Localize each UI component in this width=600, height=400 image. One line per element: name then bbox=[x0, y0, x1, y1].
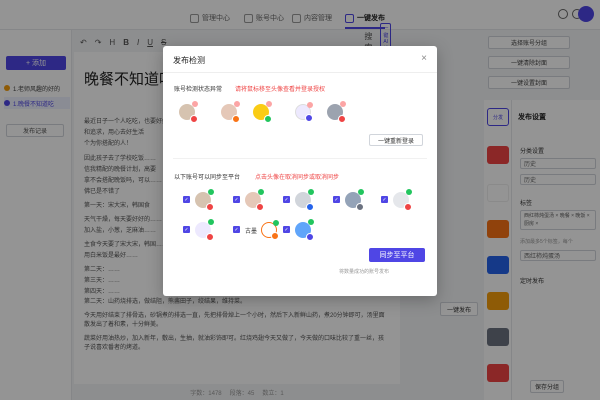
account-avatar[interactable] bbox=[295, 102, 313, 122]
ok-icon bbox=[273, 220, 279, 226]
account-avatar[interactable] bbox=[345, 189, 364, 211]
account-checkbox[interactable]: ✓ bbox=[381, 196, 388, 203]
publish-check-modal: 发布检测 × 账号检测状态异常 请将鼠标移至头像查看并登录授权 一键重新登录 以… bbox=[163, 46, 437, 296]
platform-badge-icon bbox=[206, 203, 214, 211]
warning-icon bbox=[192, 101, 198, 107]
platform-badge-icon bbox=[232, 115, 240, 123]
platform-badge-icon bbox=[338, 115, 346, 123]
account-avatar[interactable] bbox=[179, 101, 198, 123]
modal-divider bbox=[163, 72, 437, 73]
abnormal-accounts-label: 账号检测状态异常 bbox=[174, 87, 223, 93]
warning-icon bbox=[340, 101, 346, 107]
warning-icon bbox=[234, 101, 240, 107]
sync-hint: 点击头像在取消同步或取消同步 bbox=[255, 175, 340, 181]
abnormal-hint: 请将鼠标移至头像查看并登录授权 bbox=[235, 87, 326, 93]
account-avatar[interactable] bbox=[221, 101, 240, 123]
platform-badge-icon bbox=[190, 115, 198, 123]
warning-icon bbox=[307, 102, 313, 108]
platform-badge-icon bbox=[356, 203, 364, 211]
platform-badge-icon bbox=[264, 115, 272, 123]
relogin-button[interactable]: 一键重新登录 bbox=[369, 134, 423, 146]
ok-icon bbox=[258, 189, 264, 195]
account-checkbox[interactable]: ✓ bbox=[183, 196, 190, 203]
account-checkbox[interactable]: ✓ bbox=[233, 196, 240, 203]
platform-badge-icon bbox=[306, 203, 314, 211]
account-avatar[interactable] bbox=[295, 189, 314, 211]
sync-footnote: 将数量成功的账号发布 bbox=[339, 269, 390, 275]
platform-badge-icon bbox=[404, 203, 412, 211]
ok-icon bbox=[208, 219, 214, 225]
platform-badge-icon bbox=[256, 203, 264, 211]
account-avatar[interactable] bbox=[245, 189, 264, 211]
account-avatar[interactable] bbox=[261, 220, 279, 240]
platform-badge-icon bbox=[271, 232, 279, 240]
sync-accounts-label: 以下账号可以同步至平台 bbox=[174, 175, 241, 181]
platform-badge-icon bbox=[305, 114, 313, 122]
warning-icon bbox=[266, 101, 272, 107]
section-divider bbox=[173, 158, 427, 159]
account-checkbox[interactable]: ✓ bbox=[283, 196, 290, 203]
account-avatar[interactable] bbox=[195, 189, 214, 211]
platform-badge-icon bbox=[206, 233, 214, 241]
account-checkbox[interactable]: ✓ bbox=[283, 226, 290, 233]
account-name: 古墨 bbox=[245, 229, 258, 235]
account-avatar[interactable] bbox=[195, 219, 214, 241]
sync-to-platform-button[interactable]: 同步至平台 bbox=[369, 248, 425, 262]
platform-badge-icon bbox=[306, 233, 314, 241]
ok-icon bbox=[308, 189, 314, 195]
account-checkbox[interactable]: ✓ bbox=[333, 196, 340, 203]
ok-icon bbox=[358, 189, 364, 195]
account-avatar[interactable] bbox=[327, 101, 346, 123]
account-avatar[interactable] bbox=[295, 219, 314, 241]
ok-icon bbox=[406, 189, 412, 195]
modal-title: 发布检测 bbox=[173, 56, 205, 65]
account-avatar[interactable] bbox=[253, 101, 272, 123]
ok-icon bbox=[308, 219, 314, 225]
close-icon[interactable]: × bbox=[421, 53, 427, 64]
account-checkbox[interactable]: ✓ bbox=[233, 226, 240, 233]
account-checkbox[interactable]: ✓ bbox=[183, 226, 190, 233]
account-avatar[interactable] bbox=[393, 189, 412, 211]
ok-icon bbox=[208, 189, 214, 195]
